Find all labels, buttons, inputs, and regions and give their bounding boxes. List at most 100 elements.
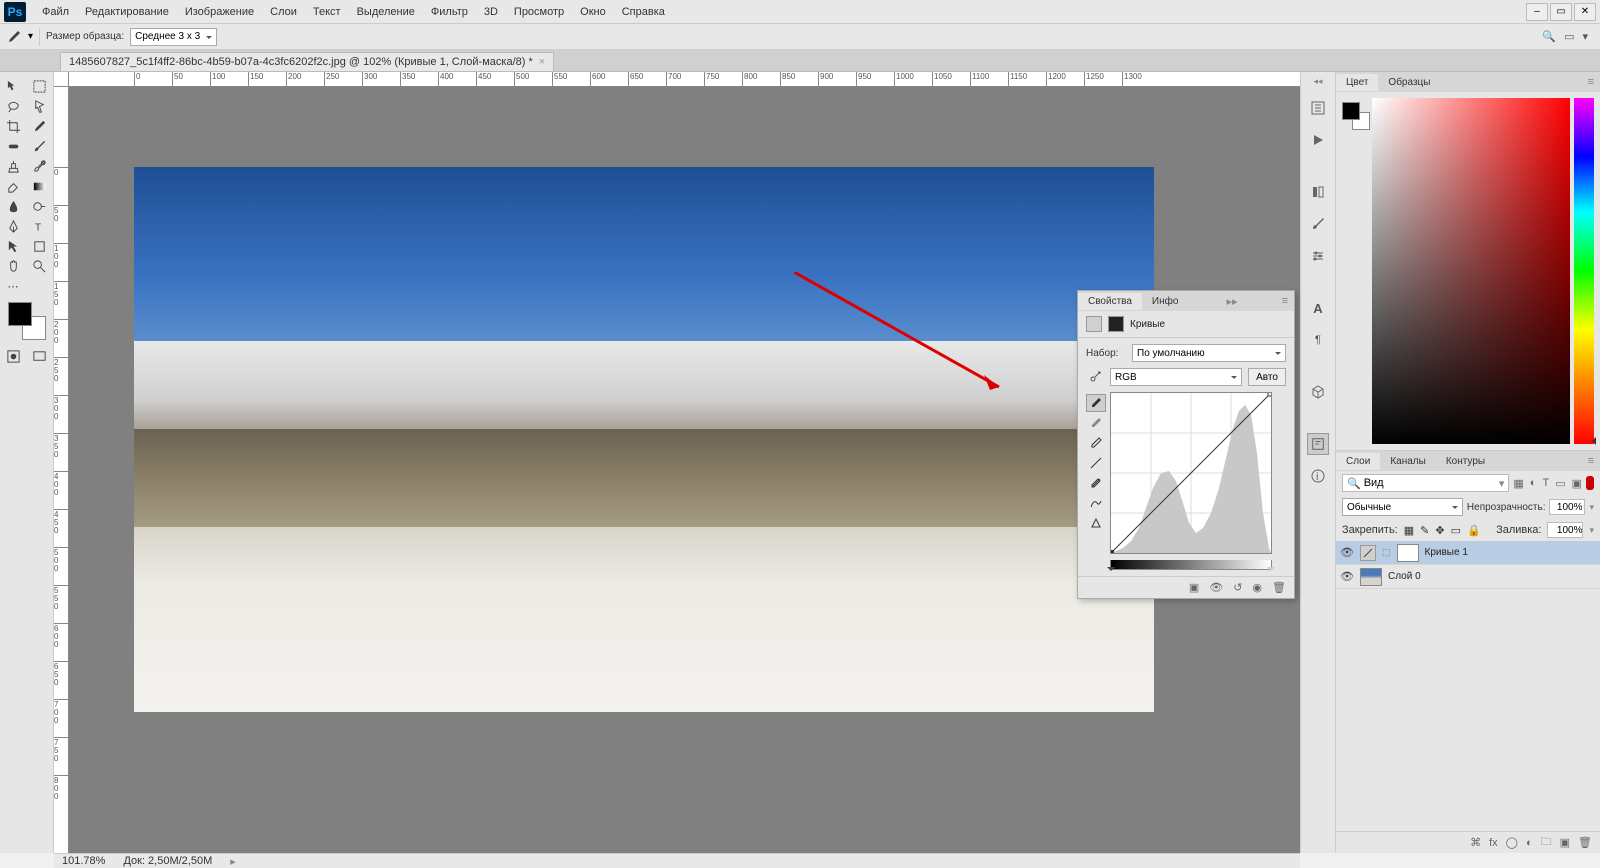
history-brush-tool[interactable]: [26, 156, 52, 176]
properties-menu-icon[interactable]: ≡: [1282, 295, 1294, 307]
lock-artboard-icon[interactable]: ▭: [1451, 524, 1461, 537]
dock-brushes-icon[interactable]: [1307, 181, 1329, 203]
dock-brush-presets-icon[interactable]: [1307, 213, 1329, 235]
tab-layers[interactable]: Слои: [1336, 453, 1380, 470]
marquee-tool[interactable]: [26, 76, 52, 96]
sample-size-select[interactable]: Среднее 3 x 3: [130, 28, 217, 46]
foreground-color[interactable]: [8, 302, 32, 326]
dock-history-icon[interactable]: [1307, 97, 1329, 119]
group-icon[interactable]: 🗀: [1541, 833, 1552, 852]
clip-to-layer-icon[interactable]: ▣: [1189, 581, 1199, 594]
gradient-tool[interactable]: [26, 176, 52, 196]
filter-toggle[interactable]: [1586, 476, 1594, 490]
spot-heal-tool[interactable]: [0, 136, 26, 156]
dock-adjustments-icon[interactable]: [1307, 245, 1329, 267]
status-arrow-icon[interactable]: ▸: [230, 855, 236, 868]
type-tool[interactable]: T: [26, 216, 52, 236]
filter-image-icon[interactable]: ▦: [1513, 477, 1523, 490]
menu-3d[interactable]: 3D: [476, 2, 506, 22]
eyedropper-white-icon[interactable]: [1086, 434, 1106, 452]
lock-all-icon[interactable]: 🔒: [1467, 524, 1481, 537]
layers-panel-menu-icon[interactable]: ≡: [1588, 455, 1600, 467]
eyedropper-black-icon[interactable]: [1086, 394, 1106, 412]
more-tools[interactable]: ⋯: [0, 276, 26, 296]
hue-slider[interactable]: [1574, 98, 1594, 444]
maximize-button[interactable]: ▭: [1550, 3, 1572, 21]
menu-filter[interactable]: Фильтр: [423, 2, 476, 22]
tab-paths[interactable]: Контуры: [1436, 453, 1495, 470]
opacity-input[interactable]: [1549, 499, 1585, 515]
properties-collapse-icon[interactable]: ▸▸: [1226, 295, 1243, 308]
clone-stamp-tool[interactable]: [0, 156, 26, 176]
lock-transparent-icon[interactable]: ▦: [1404, 524, 1414, 537]
menu-edit[interactable]: Редактирование: [77, 2, 177, 22]
document-tab[interactable]: 1485607827_5c1f4ff2-86bc-4b59-b07a-4c3fc…: [60, 52, 554, 71]
preset-select[interactable]: По умолчанию: [1132, 344, 1286, 362]
layer-fx-icon[interactable]: fx: [1489, 837, 1498, 849]
curve-smooth-icon[interactable]: [1086, 494, 1106, 512]
lasso-tool[interactable]: [0, 96, 26, 116]
new-layer-icon[interactable]: ▣: [1560, 836, 1570, 849]
menu-window[interactable]: Окно: [572, 2, 614, 22]
shape-tool[interactable]: [26, 236, 52, 256]
tab-channels[interactable]: Каналы: [1380, 453, 1436, 470]
fill-input[interactable]: [1547, 522, 1583, 538]
menu-layer[interactable]: Слои: [262, 2, 305, 22]
toggle-visibility-icon[interactable]: ◉: [1252, 581, 1262, 594]
curves-input-gradient[interactable]: [1110, 560, 1272, 570]
dock-info-icon[interactable]: i: [1307, 465, 1329, 487]
zoom-tool[interactable]: [26, 256, 52, 276]
layer-filter-select[interactable]: 🔍 Вид ▾: [1342, 474, 1509, 492]
layer-thumb[interactable]: [1360, 568, 1382, 586]
menu-help[interactable]: Справка: [614, 2, 673, 22]
blend-mode-select[interactable]: Обычные: [1342, 498, 1463, 516]
dock-actions-icon[interactable]: [1307, 129, 1329, 151]
delete-layer-icon[interactable]: 🗑: [1578, 836, 1592, 849]
blur-tool[interactable]: [0, 196, 26, 216]
zoom-level[interactable]: 101.78%: [62, 855, 105, 867]
eraser-tool[interactable]: [0, 176, 26, 196]
delete-adjustment-icon[interactable]: 🗑: [1272, 581, 1286, 594]
tab-color[interactable]: Цвет: [1336, 74, 1378, 91]
dock-character-icon[interactable]: A: [1307, 297, 1329, 319]
dock-properties-icon[interactable]: [1307, 433, 1329, 455]
close-tab-icon[interactable]: ×: [539, 56, 545, 68]
tab-swatches[interactable]: Образцы: [1378, 74, 1440, 91]
filter-type-icon[interactable]: T: [1542, 477, 1549, 490]
dock-paragraph-icon[interactable]: ¶: [1307, 329, 1329, 351]
menu-image[interactable]: Изображение: [177, 2, 262, 22]
link-icon[interactable]: ⬚: [1382, 547, 1391, 558]
curve-clip-icon[interactable]: [1086, 514, 1106, 532]
lock-position-icon[interactable]: ✥: [1435, 524, 1444, 537]
doc-size[interactable]: Док: 2,50M/2,50M: [123, 855, 212, 867]
visibility-icon[interactable]: 👁: [1340, 570, 1354, 584]
layer-mask-icon[interactable]: ◯: [1506, 836, 1518, 849]
color-picker-square[interactable]: [1372, 98, 1570, 444]
close-button[interactable]: ✕: [1574, 3, 1596, 21]
workspace-icon[interactable]: ▭: [1564, 30, 1574, 43]
quick-mask-tool[interactable]: [0, 346, 26, 366]
dock-3d-icon[interactable]: [1307, 381, 1329, 403]
view-previous-icon[interactable]: 👁: [1209, 581, 1223, 594]
tab-info[interactable]: Инфо: [1142, 293, 1189, 310]
screen-mode-tool[interactable]: [26, 346, 52, 366]
path-select-tool[interactable]: [0, 236, 26, 256]
filter-adjust-icon[interactable]: ◐: [1530, 477, 1537, 490]
targeted-adjust-icon[interactable]: [1086, 368, 1104, 386]
pen-tool[interactable]: [0, 216, 26, 236]
panel-menu-icon[interactable]: ≡: [1588, 76, 1600, 88]
curve-point-icon[interactable]: [1086, 454, 1106, 472]
hand-tool[interactable]: [0, 256, 26, 276]
menu-select[interactable]: Выделение: [349, 2, 423, 22]
color-panel-swatch[interactable]: [1342, 98, 1368, 444]
lock-paint-icon[interactable]: ✎: [1420, 524, 1429, 537]
eyedropper-gray-icon[interactable]: [1086, 414, 1106, 432]
search-icon[interactable]: 🔍: [1542, 30, 1556, 43]
quick-select-tool[interactable]: [26, 96, 52, 116]
layer-row-bg[interactable]: 👁 Слой 0: [1336, 565, 1600, 589]
auto-button[interactable]: Авто: [1248, 368, 1286, 386]
curve-pencil-icon[interactable]: [1086, 474, 1106, 492]
link-layers-icon[interactable]: ⌘: [1470, 836, 1481, 849]
dodge-tool[interactable]: [26, 196, 52, 216]
arrange-icon[interactable]: ▾: [1582, 30, 1588, 43]
